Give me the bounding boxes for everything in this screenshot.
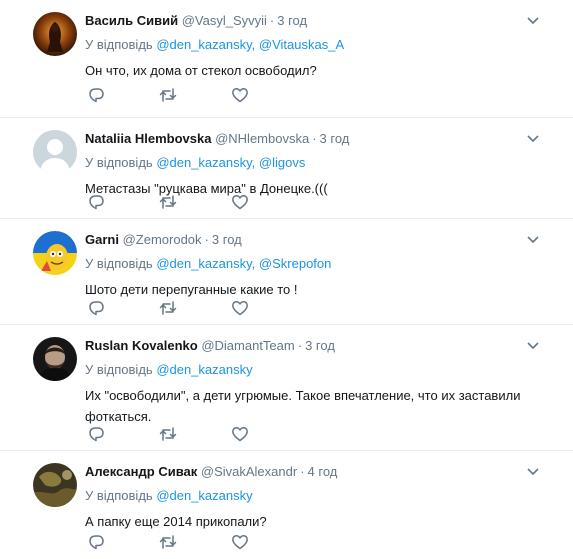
author-handle[interactable]: @SivakAlexandr	[201, 464, 297, 479]
mention-link[interactable]: @ligovs	[259, 155, 305, 170]
like-icon[interactable]	[231, 425, 249, 443]
mention-link[interactable]: @den_kazansky,	[156, 155, 255, 170]
reply-context: У відповідь @den_kazansky, @Skrepofon	[85, 255, 331, 273]
retweet-icon[interactable]	[159, 425, 177, 443]
reply-context: У відповідь @den_kazansky, @Vitauskas_A	[85, 36, 344, 54]
retweet-icon[interactable]	[159, 533, 177, 551]
retweet-icon[interactable]	[159, 193, 177, 211]
avatar[interactable]	[33, 231, 77, 275]
tweet-actions	[87, 533, 287, 551]
mention-link[interactable]: @den_kazansky,	[156, 256, 255, 271]
avatar[interactable]	[33, 337, 77, 381]
retweet-icon[interactable]	[159, 86, 177, 104]
mention-link[interactable]: @den_kazansky	[156, 362, 252, 377]
tweet[interactable]: Василь Сивий @Vasyl_Syvyii · 3 год У відпо…	[0, 0, 573, 118]
author-handle[interactable]: @Zemorodok	[123, 232, 202, 247]
author-handle[interactable]: @DiamantTeam	[201, 338, 294, 353]
retweet-icon[interactable]	[159, 299, 177, 317]
avatar[interactable]	[33, 12, 77, 56]
like-icon[interactable]	[231, 533, 249, 551]
reply-prefix: У відповідь	[85, 256, 153, 271]
timestamp[interactable]: 3 год	[305, 338, 335, 353]
reply-prefix: У відповідь	[85, 37, 153, 52]
chevron-down-icon[interactable]	[525, 233, 541, 245]
tweet[interactable]: Garni @Zemorodok · 3 год У відповідь @den_…	[0, 219, 573, 325]
timestamp[interactable]: 3 год	[212, 232, 242, 247]
tweet-actions	[87, 193, 287, 211]
reply-icon[interactable]	[87, 86, 105, 104]
tweet[interactable]: Ruslan Kovalenko @DiamantTeam · 3 год У ві…	[0, 325, 573, 451]
tweet-actions	[87, 299, 287, 317]
mention-link[interactable]: @den_kazansky,	[156, 37, 255, 52]
avatar[interactable]	[33, 130, 77, 174]
avatar[interactable]	[33, 463, 77, 507]
like-icon[interactable]	[231, 193, 249, 211]
reply-context: У відповідь @den_kazansky	[85, 361, 253, 379]
chevron-down-icon[interactable]	[525, 14, 541, 26]
reply-feed: Василь Сивий @Vasyl_Syvyii · 3 год У відпо…	[0, 0, 573, 559]
tweet[interactable]: Nataliia Hlembovska @NHlembovska · 3 год У…	[0, 118, 573, 219]
author-name[interactable]: Василь Сивий	[85, 13, 178, 28]
chevron-down-icon[interactable]	[525, 465, 541, 477]
author-handle[interactable]: @Vasyl_Syvyii	[182, 13, 267, 28]
like-icon[interactable]	[231, 86, 249, 104]
timestamp[interactable]: 3 год	[277, 13, 307, 28]
mention-link[interactable]: @Vitauskas_A	[259, 37, 344, 52]
author-handle[interactable]: @NHlembovska	[215, 131, 309, 146]
reply-prefix: У відповідь	[85, 155, 153, 170]
chevron-down-icon[interactable]	[525, 339, 541, 351]
tweet-text: Их "освободили", а дети угрюмые. Такое в…	[85, 388, 521, 424]
mention-link[interactable]: @den_kazansky	[156, 488, 252, 503]
separator-dot: ·	[297, 338, 303, 353]
tweet-text: Он что, их дома от стекол освободил?	[85, 63, 317, 78]
tweet-actions	[87, 86, 287, 104]
author-name[interactable]: Garni	[85, 232, 119, 247]
reply-prefix: У відповідь	[85, 362, 153, 377]
author-name[interactable]: Nataliia Hlembovska	[85, 131, 211, 146]
reply-icon[interactable]	[87, 193, 105, 211]
mention-link[interactable]: @Skrepofon	[259, 256, 331, 271]
reply-icon[interactable]	[87, 425, 105, 443]
author-name[interactable]: Александр Сивак	[85, 464, 197, 479]
reply-icon[interactable]	[87, 299, 105, 317]
reply-icon[interactable]	[87, 533, 105, 551]
tweet-text: А папку еще 2014 прикопали?	[85, 514, 267, 529]
timestamp[interactable]: 4 год	[308, 464, 338, 479]
like-icon[interactable]	[231, 299, 249, 317]
separator-dot: ·	[312, 131, 317, 146]
tweet[interactable]: Александр Сивак @SivakAlexandr · 4 год У в…	[0, 451, 573, 559]
separator-dot: ·	[204, 232, 209, 247]
reply-context: У відповідь @den_kazansky	[85, 487, 253, 505]
reply-context: У відповідь @den_kazansky, @ligovs	[85, 154, 305, 172]
reply-prefix: У відповідь	[85, 488, 153, 503]
author-name[interactable]: Ruslan Kovalenko	[85, 338, 198, 353]
timestamp[interactable]: 3 год	[320, 131, 350, 146]
separator-dot: ·	[269, 13, 275, 28]
separator-dot: ·	[300, 464, 305, 479]
chevron-down-icon[interactable]	[525, 132, 541, 144]
tweet-actions	[87, 425, 287, 443]
tweet-text: Шото дети перепуганные какие то !	[85, 282, 298, 297]
